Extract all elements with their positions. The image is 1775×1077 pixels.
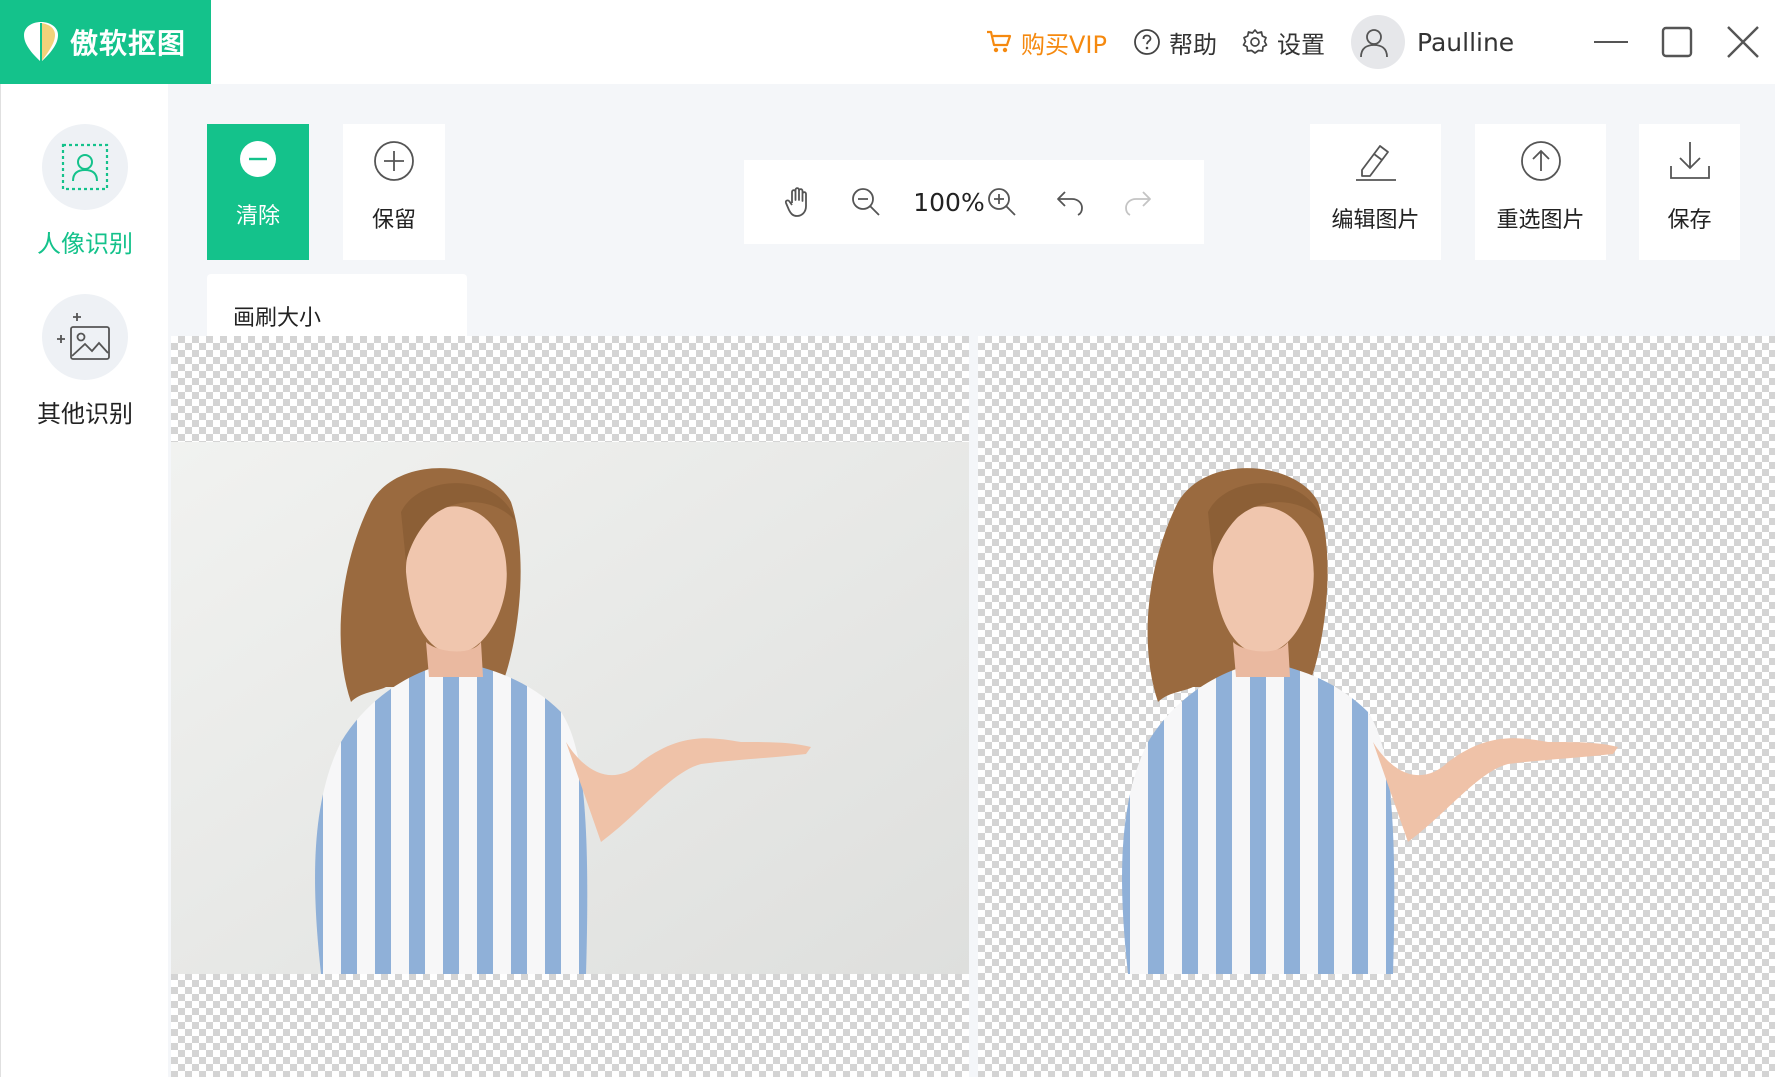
- pan-button[interactable]: [774, 160, 824, 244]
- username: Paulline: [1417, 27, 1515, 57]
- reselect-image-label: 重选图片: [1496, 208, 1585, 233]
- cart-icon: [987, 30, 1012, 53]
- help-icon: [1134, 29, 1160, 55]
- add-image-icon: [57, 313, 110, 360]
- hand-icon: [784, 187, 807, 217]
- sidebar-item-label: 人像识别: [37, 230, 133, 258]
- original-photo: [171, 442, 969, 974]
- cutout-photo: [1122, 468, 1618, 974]
- avatar: [1351, 15, 1405, 69]
- sidebar-icon-wrap: [42, 124, 128, 210]
- edit-image-label: 编辑图片: [1331, 208, 1420, 233]
- sidebar-item-label: 其他识别: [37, 400, 133, 428]
- sidebar: 人像识别 其他识别: [0, 84, 168, 1077]
- edit-image-button[interactable]: 编辑图片: [1310, 124, 1441, 260]
- undo-button[interactable]: [1045, 160, 1095, 244]
- gear-icon: [1242, 29, 1268, 54]
- erase-label: 清除: [235, 204, 280, 229]
- buy-vip-label: 购买VIP: [1021, 30, 1107, 59]
- user-icon: [1360, 29, 1388, 58]
- minimize-icon: [1594, 41, 1628, 43]
- save-label: 保存: [1667, 208, 1712, 233]
- sidebar-item-portrait[interactable]: 人像识别: [1, 124, 169, 259]
- redo-icon: [1125, 191, 1151, 216]
- brush-size-title: 画刷大小: [233, 306, 322, 331]
- maximize-icon: [1661, 26, 1693, 58]
- person-cutout: [1122, 468, 1618, 974]
- user-account-button[interactable]: Paulline: [1351, 0, 1514, 84]
- plus-circle-icon: [374, 141, 414, 181]
- sidebar-item-other[interactable]: 其他识别: [1, 294, 169, 429]
- close-button[interactable]: [1718, 17, 1768, 67]
- minus-circle-icon: [240, 141, 276, 177]
- eraser-pen-icon: [1355, 145, 1396, 181]
- erase-button[interactable]: 清除: [207, 124, 309, 260]
- settings-label: 设置: [1277, 30, 1325, 59]
- help-label: 帮助: [1169, 30, 1217, 59]
- settings-button[interactable]: 设置: [1241, 0, 1325, 84]
- reselect-image-button[interactable]: 重选图片: [1475, 124, 1606, 260]
- zoom-level-text: 100%: [913, 187, 985, 217]
- pane-divider: [969, 336, 978, 1077]
- zoom-out-icon: [852, 188, 880, 216]
- undo-icon: [1057, 191, 1083, 216]
- help-button[interactable]: 帮助: [1133, 0, 1217, 84]
- save-button[interactable]: 保存: [1639, 124, 1740, 260]
- download-icon: [1669, 142, 1710, 179]
- keep-button[interactable]: 保留: [343, 124, 445, 260]
- zoom-toolbar: 100%: [744, 160, 1204, 244]
- zoom-out-button[interactable]: [841, 160, 891, 244]
- close-icon: [1727, 26, 1759, 58]
- upload-circle-icon: [1520, 141, 1561, 181]
- maximize-button[interactable]: [1652, 17, 1702, 67]
- redo-button[interactable]: [1113, 160, 1163, 244]
- app-logo-icon: [24, 22, 58, 62]
- title-bar: 傲软抠图 购买VIP 帮助 设置 Paulline: [0, 0, 1775, 84]
- original-image-pane[interactable]: [171, 336, 969, 1077]
- app-title: 傲软抠图: [70, 27, 187, 60]
- buy-vip-button[interactable]: 购买VIP: [985, 0, 1107, 84]
- zoom-in-icon: [988, 188, 1016, 216]
- zoom-in-button[interactable]: [977, 160, 1027, 244]
- portrait-select-icon: [61, 143, 109, 191]
- result-image-pane[interactable]: [978, 336, 1775, 1077]
- keep-label: 保留: [371, 208, 416, 233]
- app-logo-block: 傲软抠图: [0, 0, 211, 84]
- sidebar-icon-wrap: [42, 294, 128, 380]
- minimize-button[interactable]: [1586, 17, 1636, 67]
